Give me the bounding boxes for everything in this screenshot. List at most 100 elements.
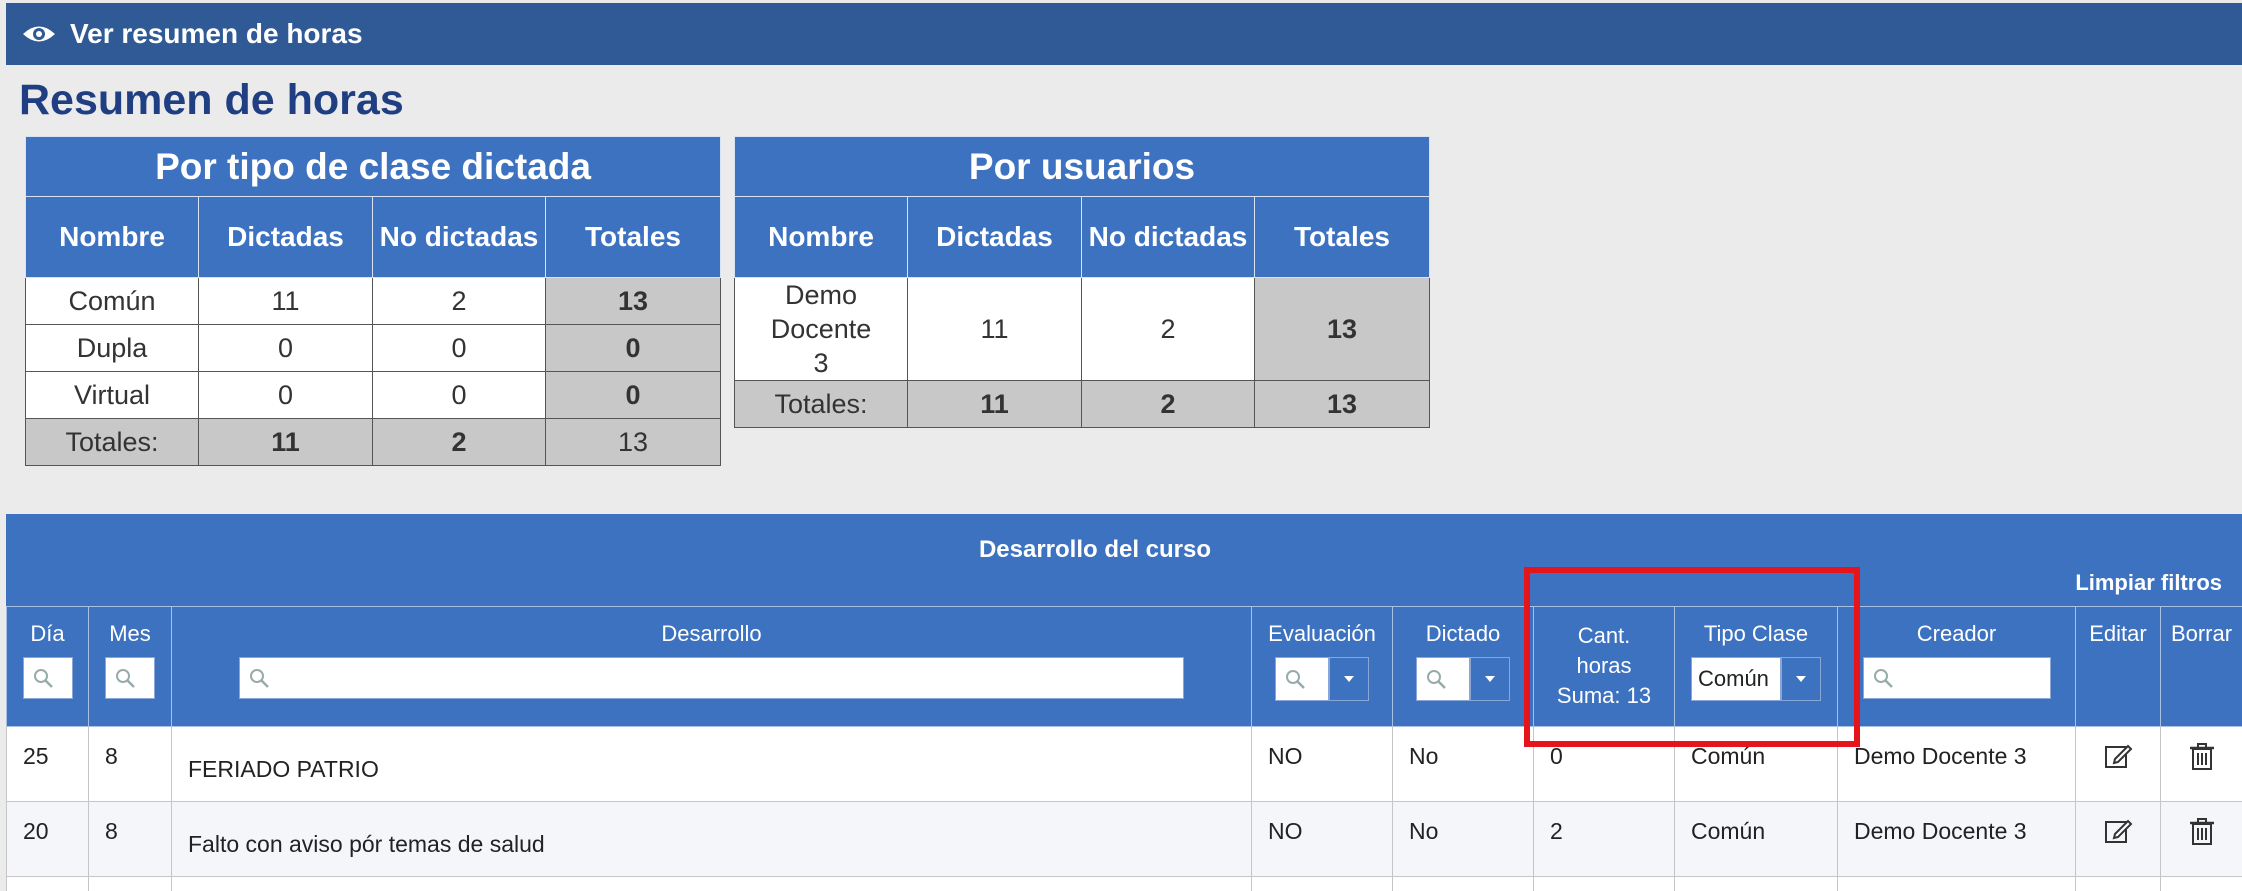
col-header: Totales: [544, 196, 722, 278]
search-icon: [116, 669, 135, 688]
totals-row: Totales: 11 2 13: [734, 380, 1430, 428]
col-header: Dictadas: [907, 196, 1082, 278]
cell-creador: Demo Docente 3: [1837, 801, 2076, 877]
edit-button[interactable]: [2075, 726, 2161, 802]
col-dictado: Dictado: [1392, 606, 1534, 727]
highlight-annotation-box: [1524, 567, 1860, 747]
table-row: Demo Docente 3 11 2 13: [734, 277, 1430, 381]
cell-dictado: No: [1392, 726, 1534, 802]
col-borrar: Borrar: [2160, 606, 2242, 727]
cell-nombre: Dupla: [25, 324, 199, 372]
cell-dia: 20: [6, 801, 89, 877]
cell-dictadas: 0: [198, 371, 373, 419]
search-icon: [1427, 670, 1446, 689]
desarrollo-title: Desarrollo del curso: [978, 536, 1212, 563]
chevron-down-icon: [1485, 676, 1495, 682]
cell-mes: 8: [88, 726, 172, 802]
cell-dictadas: 0: [198, 324, 373, 372]
col-dictado-label: Dictado: [1425, 621, 1501, 646]
clear-filters-link[interactable]: Limpiar filtros: [2075, 570, 2222, 596]
col-header: Nombre: [734, 196, 908, 278]
tipo-clase-table: Por tipo de clase dictada Nombre Dictada…: [24, 136, 722, 466]
cell-dictado: No: [1392, 801, 1534, 877]
cell-dia: 25: [6, 726, 89, 802]
totals-row: Totales: 11 2 13: [25, 418, 722, 466]
cell-totales: 13: [544, 277, 722, 325]
col-desarrollo-label: Desarrollo: [661, 621, 762, 646]
cell-totales: 0: [544, 371, 722, 419]
cell-nombre: Demo Docente 3: [734, 277, 908, 381]
chevron-down-icon: [1344, 676, 1354, 682]
col-creador-label: Creador: [1916, 621, 1997, 646]
trash-icon: [2189, 818, 2214, 845]
usuarios-table: Por usuarios Nombre Dictadas No dictadas…: [734, 136, 1430, 428]
cell-totales: 13: [1254, 277, 1430, 381]
cell-totales: 0: [544, 324, 722, 372]
cell-creador: Demo Docente 3: [1837, 726, 2076, 802]
search-icon: [1873, 669, 1893, 688]
col-editar: Editar: [2075, 606, 2161, 727]
cell-mes: 8: [88, 801, 172, 877]
cell-evaluacion: NO: [1251, 801, 1393, 877]
col-creador: Creador: [1837, 606, 2076, 727]
delete-button[interactable]: [2160, 801, 2242, 877]
search-icon: [33, 669, 53, 688]
desarrollo-table: Día Mes Desarrollo Evaluación Dictado Ca…: [6, 606, 2242, 891]
desarrollo-header: Desarrollo del curso Limpiar filtros: [6, 514, 2242, 606]
edit-icon: [2105, 819, 2133, 843]
col-header: Totales: [1254, 196, 1430, 278]
totals-label: Totales:: [734, 380, 908, 428]
cell-nombre: Común: [25, 277, 199, 325]
cell-desarrollo: Falto con aviso pór temas de salud: [171, 801, 1252, 877]
col-desarrollo: Desarrollo: [171, 606, 1252, 727]
creador-filter-input[interactable]: [1862, 657, 2051, 699]
table-row: Común 11 2 13: [25, 277, 722, 325]
table-row: Virtual 0 0 0: [25, 371, 722, 419]
cell-desarrollo: FERIADO PATRIO: [171, 726, 1252, 802]
col-header: Nombre: [25, 196, 199, 278]
edit-button[interactable]: [2075, 801, 2161, 877]
cell-dictadas: 11: [907, 277, 1082, 381]
search-icon: [250, 669, 269, 688]
resumen-toggle-bar[interactable]: Ver resumen de horas: [6, 3, 2242, 65]
table-row: Dupla 0 0 0: [25, 324, 722, 372]
eye-icon: [23, 26, 55, 42]
dia-filter-input[interactable]: [22, 657, 73, 699]
total-no-dictadas: 2: [1081, 380, 1255, 428]
cell-tipo-clase: Común: [1674, 801, 1838, 877]
cell-cant-horas: 2: [1533, 801, 1675, 877]
desarrollo-grid: Desarrollo del curso Limpiar filtros Día…: [6, 514, 2242, 891]
cell-nombre: Virtual: [25, 371, 199, 419]
delete-button[interactable]: [2160, 726, 2242, 802]
col-evaluacion-label: Evaluación: [1268, 621, 1376, 646]
resumen-toggle-label: Ver resumen de horas: [70, 18, 363, 49]
cell-evaluacion: NO: [1251, 726, 1393, 802]
mes-filter-input[interactable]: [105, 657, 155, 699]
total-totales: 13: [1254, 380, 1430, 428]
col-evaluacion: Evaluación: [1251, 606, 1393, 727]
desarrollo-filter-input[interactable]: [239, 657, 1184, 699]
search-icon: [1286, 670, 1305, 689]
usuarios-table-caption: Por usuarios: [734, 136, 1430, 197]
col-header: No dictadas: [372, 196, 546, 278]
evaluacion-filter-select[interactable]: [1275, 657, 1369, 701]
table-row: 20 8 Falto con aviso pór temas de salud …: [6, 801, 2242, 877]
col-header: Dictadas: [198, 196, 373, 278]
cell-no-dictadas: 0: [372, 324, 546, 372]
page-title: Resumen de horas: [19, 76, 404, 124]
cell-no-dictadas: 2: [372, 277, 546, 325]
tipo-table-caption: Por tipo de clase dictada: [24, 136, 722, 197]
total-totales: 13: [544, 418, 722, 466]
total-no-dictadas: 2: [372, 418, 546, 466]
trash-icon: [2189, 743, 2214, 770]
col-mes-label: Mes: [109, 621, 151, 646]
table-row: 25 8 FERIADO PATRIO NO No 0 Común Demo D…: [6, 726, 2242, 802]
total-dictadas: 11: [198, 418, 373, 466]
table-row-partial: [6, 876, 2242, 891]
total-dictadas: 11: [907, 380, 1082, 428]
cell-dictadas: 11: [198, 277, 373, 325]
edit-icon: [2105, 744, 2133, 768]
col-dia-label: Día: [30, 621, 65, 646]
dictado-filter-select[interactable]: [1416, 657, 1510, 701]
cell-no-dictadas: 2: [1081, 277, 1255, 381]
